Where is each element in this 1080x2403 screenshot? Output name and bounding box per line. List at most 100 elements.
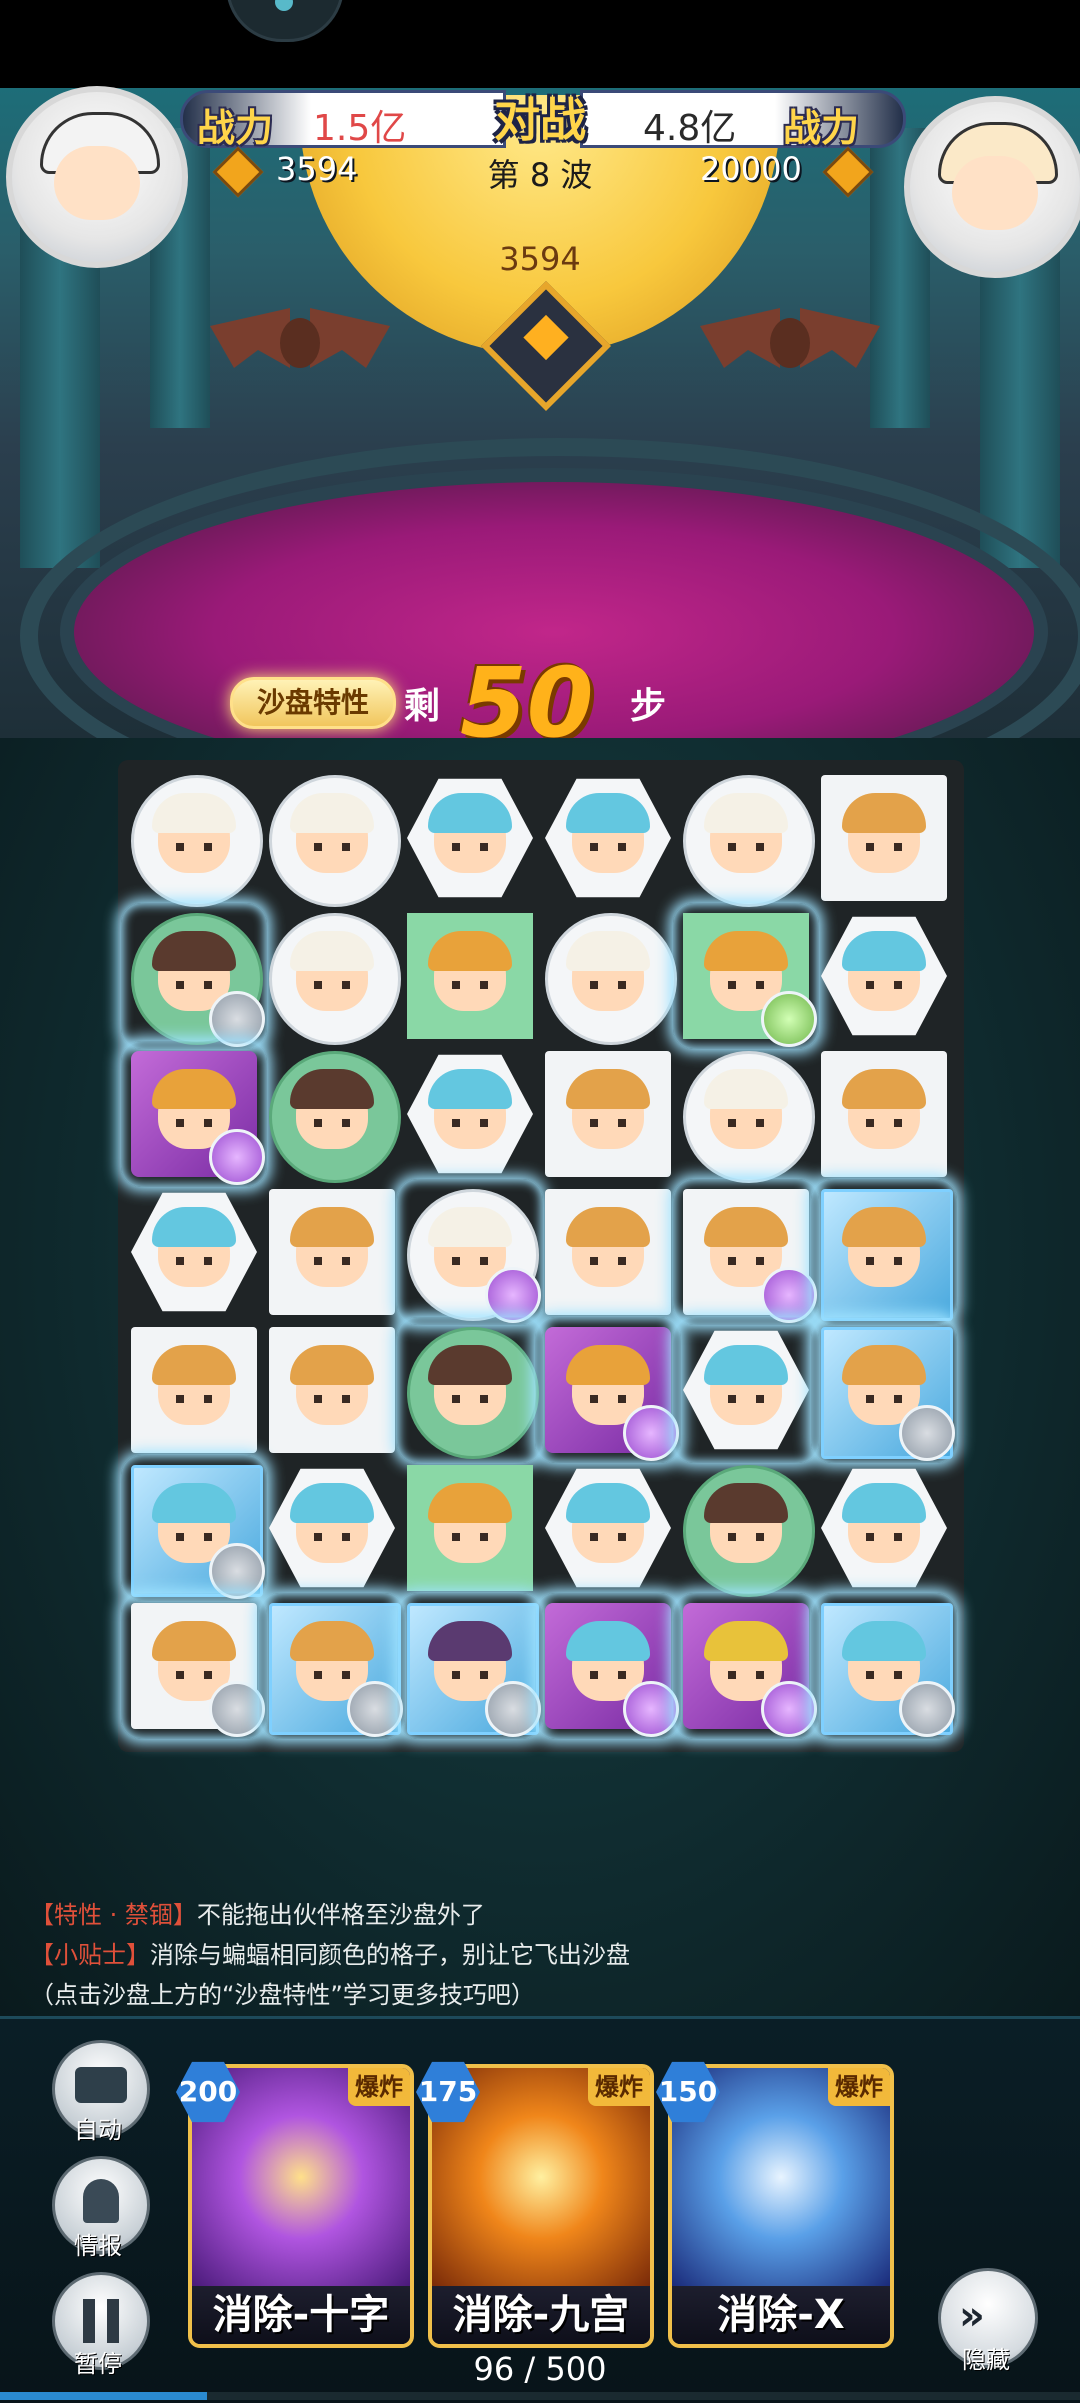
lock-icon: [899, 1681, 955, 1737]
board-cell[interactable]: [403, 1323, 539, 1459]
skill-tag: 爆炸: [348, 2068, 410, 2106]
board-cell[interactable]: [817, 1323, 955, 1461]
board-cell[interactable]: [679, 1323, 813, 1457]
character-face-icon: [290, 1069, 374, 1149]
steps-row: 沙盘特性 剩 50 步: [230, 647, 690, 759]
bat-icon: [700, 288, 880, 398]
tip-line: 【特性 · 禁锢】不能拖出伙伴格至沙盘外了: [30, 1895, 1030, 1935]
left-power-label: 战力: [197, 106, 274, 150]
chevron-right-icon: »: [959, 2293, 985, 2339]
board-cell[interactable]: [817, 1599, 955, 1737]
character-face-icon: [566, 1483, 650, 1563]
character-face-icon: [152, 1345, 236, 1425]
right-power-label: 战力: [783, 106, 860, 150]
character-face-icon: [704, 1345, 788, 1425]
right-power-panel: 4.8亿 战力: [580, 90, 906, 150]
character-face-icon: [704, 1069, 788, 1149]
alarm-icon: [83, 2179, 119, 2223]
board-cell[interactable]: [817, 1461, 951, 1595]
coin-icon: [822, 146, 874, 198]
board-cell[interactable]: [127, 1185, 261, 1319]
sandbox-trait-button[interactable]: 沙盘特性: [230, 677, 396, 729]
board-cell[interactable]: [817, 771, 951, 905]
board-cell[interactable]: [679, 1461, 815, 1597]
wave-label: 第 8 波: [487, 156, 593, 194]
lock-icon: [485, 1681, 541, 1737]
character-face-icon: [842, 1207, 926, 1287]
board-cell[interactable]: [679, 1185, 817, 1323]
board-cell[interactable]: [541, 1461, 675, 1595]
progress-text: 96 / 500: [473, 2350, 607, 2388]
board-cell[interactable]: [679, 771, 815, 907]
skill-name: 消除-九宫: [432, 2286, 650, 2344]
character-face-icon: [290, 1345, 374, 1425]
enemy-avatar[interactable]: [904, 96, 1080, 278]
board-cell[interactable]: [679, 1599, 817, 1737]
board-cell[interactable]: [127, 1323, 261, 1457]
wave-row: 3594 第 8 波 20000: [200, 146, 880, 198]
skill-tag: 爆炸: [828, 2068, 890, 2106]
character-face-icon: [704, 1483, 788, 1563]
lock-icon: [623, 1681, 679, 1737]
board-cell[interactable]: [265, 1047, 401, 1183]
vs-label: 对战: [494, 93, 586, 147]
lock-icon: [623, 1405, 679, 1461]
tip-text: 消除与蝙蝠相同颜色的格子，别让它飞出沙盘: [150, 1941, 630, 1969]
board-cell[interactable]: [265, 1323, 399, 1457]
board-cell[interactable]: [403, 771, 537, 905]
board-cell[interactable]: [541, 1047, 675, 1181]
board-cell[interactable]: [403, 1185, 541, 1323]
board-cell[interactable]: [541, 1185, 675, 1319]
board-cell[interactable]: [265, 771, 401, 907]
board-cell[interactable]: [127, 1599, 265, 1737]
board-cell[interactable]: [127, 1461, 265, 1599]
character-face-icon: [566, 931, 650, 1011]
tip-line: 【小贴士】消除与蝙蝠相同颜色的格子，别让它飞出沙盘: [30, 1935, 1030, 1975]
board-cell[interactable]: [127, 909, 265, 1047]
board-cell[interactable]: [541, 909, 677, 1045]
board-cell[interactable]: [265, 1185, 399, 1319]
mascot-icon: [226, 0, 344, 42]
board-cell[interactable]: [541, 1323, 679, 1461]
top-bar: [0, 0, 1080, 88]
character-face-icon: [842, 1483, 926, 1563]
skill-name: 消除-X: [672, 2286, 890, 2344]
board-cell[interactable]: [127, 771, 263, 907]
bat-icon: [210, 288, 390, 398]
board-cell[interactable]: [817, 1047, 951, 1181]
board-cell[interactable]: [541, 771, 675, 905]
lock-icon: [209, 1543, 265, 1599]
character-face-icon: [290, 1207, 374, 1287]
board-cell[interactable]: [403, 1461, 537, 1595]
lock-icon: [209, 1681, 265, 1737]
board-cell[interactable]: [679, 1047, 815, 1183]
character-face-icon: [842, 793, 926, 873]
puzzle-board: [118, 760, 964, 1752]
right-coins: 20000: [700, 150, 802, 188]
character-face-icon: [428, 1345, 512, 1425]
board-cell[interactable]: [679, 909, 817, 1047]
board-cell[interactable]: [403, 1599, 541, 1737]
lock-icon: [761, 991, 817, 1047]
board-cell[interactable]: [265, 909, 401, 1045]
board-cell[interactable]: [541, 1599, 679, 1737]
lock-icon: [761, 1267, 817, 1323]
progress-bar: [0, 2392, 1080, 2400]
board-cell[interactable]: [127, 1047, 265, 1185]
tip-line: （点击沙盘上方的“沙盘特性”学习更多技巧吧）: [30, 1981, 535, 2009]
board-cell[interactable]: [265, 1599, 403, 1737]
board-cell[interactable]: [403, 1047, 537, 1181]
lock-icon: [347, 1681, 403, 1737]
board-cell[interactable]: [817, 1185, 953, 1321]
board-cell[interactable]: [265, 1461, 399, 1595]
character-face-icon: [842, 931, 926, 1011]
board-cell[interactable]: [403, 909, 537, 1043]
steps-prefix: 剩: [404, 686, 441, 727]
center-score: 3594: [499, 240, 581, 278]
player-avatar[interactable]: [6, 86, 188, 268]
tip-text: 不能拖出伙伴格至沙盘外了: [196, 1901, 485, 1929]
character-face-icon: [152, 793, 236, 873]
hide-label: 隐藏: [962, 2346, 1010, 2374]
skill-tag: 爆炸: [588, 2068, 650, 2106]
board-cell[interactable]: [817, 909, 951, 1043]
